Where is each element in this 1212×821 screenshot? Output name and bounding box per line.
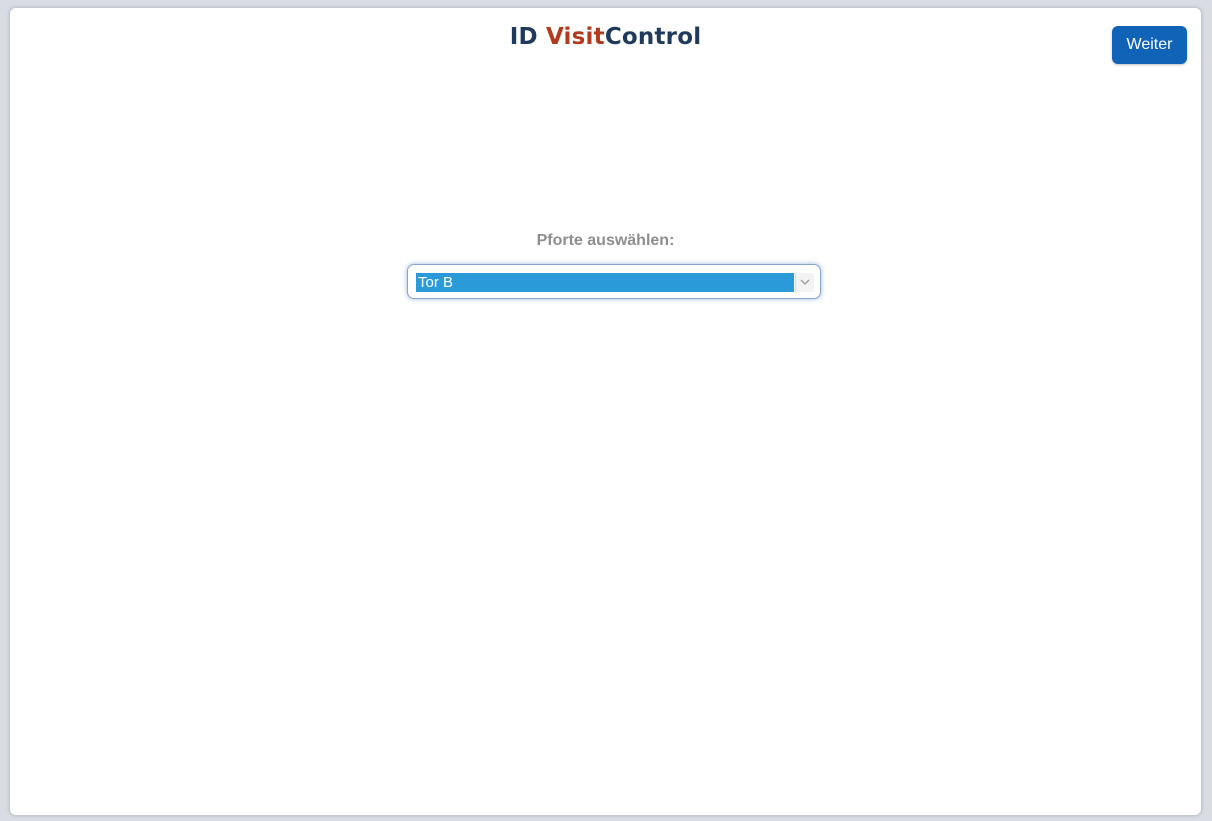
logo-text-id: ID [509,24,546,50]
gate-select-label: Pforte auswählen: [536,232,675,249]
app-window: ID VisitControl Weiter Pforte auswählen:… [9,7,1202,816]
logo: ID VisitControl [10,24,1201,50]
gate-select[interactable]: Tor B [407,264,821,299]
chevron-down-icon[interactable] [795,273,814,292]
gate-select-value[interactable]: Tor B [416,273,794,292]
logo-text-visit: Visit [545,24,605,50]
logo-text-control: Control [604,24,702,50]
next-button[interactable]: Weiter [1112,26,1187,64]
